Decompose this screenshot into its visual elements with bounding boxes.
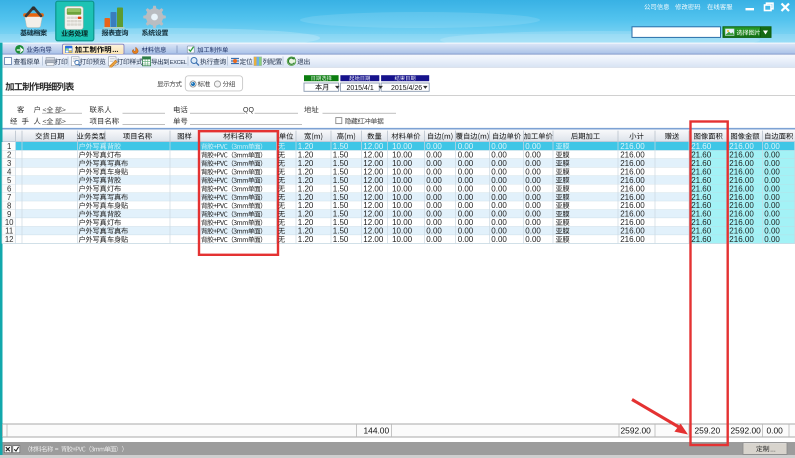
svg-text:EXCEL: EXCEL (170, 60, 187, 66)
svg-text:21.60: 21.60 (691, 235, 712, 244)
svg-text:0.00: 0.00 (458, 235, 474, 244)
svg-text:2015/4/26: 2015/4/26 (391, 85, 422, 92)
svg-text:1.20: 1.20 (298, 235, 314, 244)
svg-text:216.00: 216.00 (729, 235, 754, 244)
svg-text:0.00: 0.00 (767, 426, 784, 436)
svg-text:2592.00: 2592.00 (731, 426, 762, 436)
svg-text:2592.00: 2592.00 (621, 426, 652, 436)
svg-text:...: ... (112, 45, 118, 54)
svg-text:12.00: 12.00 (363, 235, 384, 244)
svg-text:216.00: 216.00 (620, 235, 645, 244)
svg-text:QQ: QQ (243, 107, 254, 114)
svg-text:10.00: 10.00 (392, 235, 413, 244)
svg-text:1.50: 1.50 (333, 235, 349, 244)
svg-text:0.00: 0.00 (491, 235, 507, 244)
svg-text:0.00: 0.00 (426, 235, 442, 244)
svg-text:12: 12 (5, 235, 14, 244)
svg-text:0.00: 0.00 (525, 235, 541, 244)
svg-text:144.00: 144.00 (364, 426, 390, 436)
svg-text:259.20: 259.20 (695, 426, 721, 436)
svg-text:=: = (55, 446, 59, 453)
svg-text:...: ... (770, 446, 776, 453)
svg-text:0.00: 0.00 (764, 235, 780, 244)
svg-text:2015/4/1: 2015/4/1 (347, 85, 374, 92)
